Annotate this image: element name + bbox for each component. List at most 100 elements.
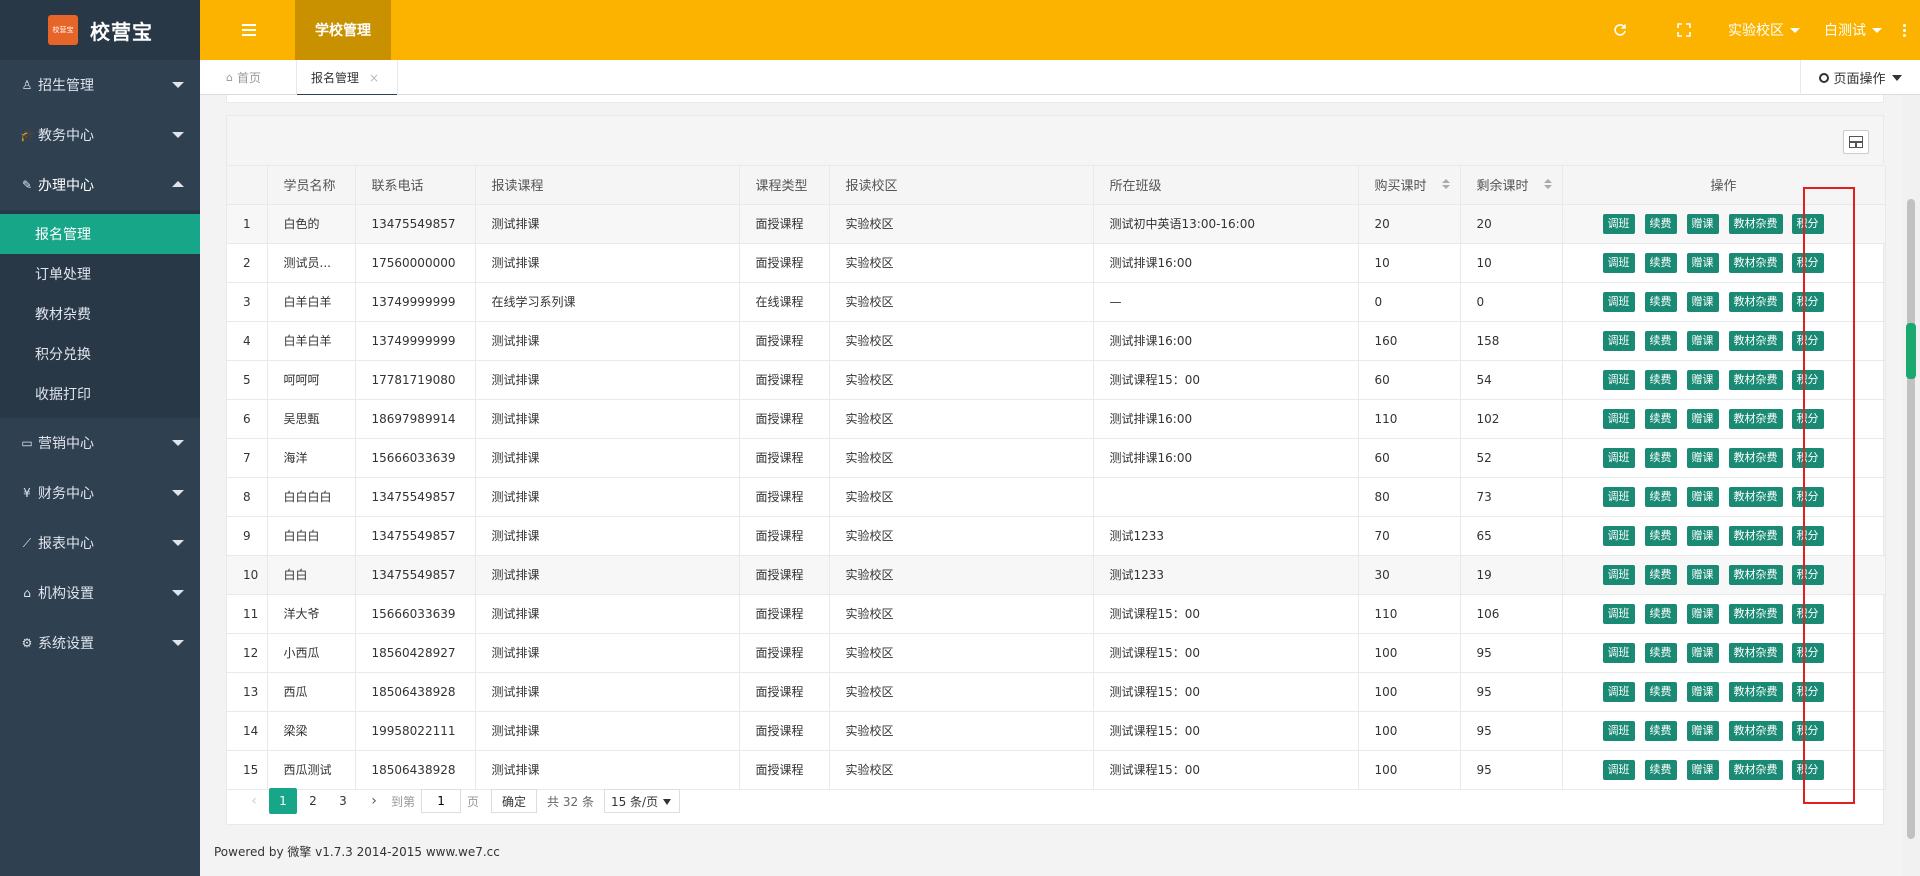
more-vertical-icon[interactable]	[1894, 23, 1914, 37]
table-row[interactable]: 1 白色的 13475549857 测试排课 面授课程 实验校区 测试初中英语13:00-1…	[227, 204, 1886, 244]
sidebar-item-0[interactable]: ♙ 招生管理	[0, 60, 200, 110]
fullscreen-icon[interactable]	[1676, 22, 1692, 38]
user-dropdown[interactable]: 白测试	[1824, 20, 1882, 40]
gift-lesson-button[interactable]: 赠课	[1686, 291, 1719, 312]
change-class-button[interactable]: 调班	[1602, 759, 1635, 780]
materials-fee-button[interactable]: 教材杂费	[1728, 291, 1783, 312]
tab-home[interactable]: ⌂ 首页	[212, 60, 298, 95]
prev-page-icon[interactable]: ‹	[243, 793, 265, 809]
table-row[interactable]: 7 海洋 15666033639 测试排课 面授课程 实验校区 测试排课16:00 60 52 调…	[227, 438, 1886, 478]
renew-button[interactable]: 续费	[1644, 525, 1677, 546]
change-class-button[interactable]: 调班	[1602, 369, 1635, 390]
materials-fee-button[interactable]: 教材杂费	[1728, 564, 1783, 585]
submenu-item-1[interactable]: 订单处理	[0, 254, 200, 294]
header-tab-school[interactable]: 学校管理	[295, 0, 391, 60]
renew-button[interactable]: 续费	[1644, 564, 1677, 585]
scrollbar[interactable]	[1902, 95, 1920, 876]
change-class-button[interactable]: 调班	[1602, 681, 1635, 702]
gift-lesson-button[interactable]: 赠课	[1686, 252, 1719, 273]
gift-lesson-button[interactable]: 赠课	[1686, 564, 1719, 585]
tab-enrollment[interactable]: 报名管理 ×	[296, 60, 398, 96]
renew-button[interactable]: 续费	[1644, 759, 1677, 780]
menu-toggle-icon[interactable]	[242, 24, 256, 36]
table-row[interactable]: 4 白羊白羊 13749999999 测试排课 面授课程 实验校区 测试排课16:00 160…	[227, 321, 1886, 361]
table-row[interactable]: 8 白白白白 13475549857 测试排课 面授课程 实验校区 80 73 调班 续费 赠课 教材…	[227, 477, 1886, 517]
renew-button[interactable]: 续费	[1644, 369, 1677, 390]
gift-lesson-button[interactable]: 赠课	[1686, 759, 1719, 780]
sidebar-item-1[interactable]: 🎓 教务中心	[0, 110, 200, 160]
sidebar-item-4[interactable]: ¥ 财务中心	[0, 468, 200, 518]
materials-fee-button[interactable]: 教材杂费	[1728, 408, 1783, 429]
change-class-button[interactable]: 调班	[1602, 330, 1635, 351]
submenu-item-3[interactable]: 积分兑换	[0, 334, 200, 374]
sidebar-item-6[interactable]: ⌂ 机构设置	[0, 568, 200, 618]
table-row[interactable]: 13 西瓜 18506438928 测试排课 面授课程 实验校区 测试课程15：00 100 9…	[227, 672, 1886, 712]
change-class-button[interactable]: 调班	[1602, 525, 1635, 546]
materials-fee-button[interactable]: 教材杂费	[1728, 603, 1783, 624]
change-class-button[interactable]: 调班	[1602, 291, 1635, 312]
renew-button[interactable]: 续费	[1644, 603, 1677, 624]
gift-lesson-button[interactable]: 赠课	[1686, 720, 1719, 741]
table-row[interactable]: 12 小西瓜 18560428927 测试排课 面授课程 实验校区 测试课程15：00 100…	[227, 633, 1886, 673]
sidebar-item-7[interactable]: ⚙ 系统设置	[0, 618, 200, 668]
renew-button[interactable]: 续费	[1644, 252, 1677, 273]
materials-fee-button[interactable]: 教材杂费	[1728, 447, 1783, 468]
page-operations-dropdown[interactable]: 页面操作	[1800, 60, 1920, 95]
page-number-3[interactable]: 3	[329, 788, 357, 814]
gift-lesson-button[interactable]: 赠课	[1686, 408, 1719, 429]
renew-button[interactable]: 续费	[1644, 213, 1677, 234]
sidebar-item-2[interactable]: ✎ 办理中心	[0, 160, 200, 210]
column-header-8[interactable]: 剩余课时	[1460, 166, 1563, 205]
renew-button[interactable]: 续费	[1644, 642, 1677, 663]
gift-lesson-button[interactable]: 赠课	[1686, 486, 1719, 507]
change-class-button[interactable]: 调班	[1602, 564, 1635, 585]
sort-icon[interactable]	[1441, 179, 1450, 189]
change-class-button[interactable]: 调班	[1602, 720, 1635, 741]
change-class-button[interactable]: 调班	[1602, 408, 1635, 429]
renew-button[interactable]: 续费	[1644, 291, 1677, 312]
goto-confirm-button[interactable]: 确定	[491, 789, 538, 813]
materials-fee-button[interactable]: 教材杂费	[1728, 330, 1783, 351]
table-row[interactable]: 6 吴思甄 18697989914 测试排课 面授课程 实验校区 测试排课16:00 110 1…	[227, 399, 1886, 439]
change-class-button[interactable]: 调班	[1602, 486, 1635, 507]
next-page-icon[interactable]: ›	[363, 793, 385, 809]
sort-icon[interactable]	[1543, 179, 1552, 189]
table-row[interactable]: 9 白白白 13475549857 测试排课 面授课程 实验校区 测试1233 70 65 调班续…	[227, 516, 1886, 556]
goto-page-input[interactable]	[421, 789, 462, 813]
change-class-button[interactable]: 调班	[1602, 447, 1635, 468]
table-row[interactable]: 2 测试员... 17560000000 测试排课 面授课程 实验校区 测试排课16:00 1…	[227, 243, 1886, 283]
sidebar-item-5[interactable]: ⟋ 报表中心	[0, 518, 200, 568]
close-icon[interactable]: ×	[369, 71, 379, 85]
renew-button[interactable]: 续费	[1644, 330, 1677, 351]
materials-fee-button[interactable]: 教材杂费	[1728, 486, 1783, 507]
columns-toggle-button[interactable]	[1843, 130, 1869, 154]
table-row[interactable]: 11 洋大爷 15666033639 测试排课 面授课程 实验校区 测试课程15：00 110…	[227, 594, 1886, 634]
materials-fee-button[interactable]: 教材杂费	[1728, 642, 1783, 663]
table-row[interactable]: 5 呵呵呵 17781719080 测试排课 面授课程 实验校区 测试课程15：00 60 54…	[227, 360, 1886, 400]
change-class-button[interactable]: 调班	[1602, 213, 1635, 234]
renew-button[interactable]: 续费	[1644, 720, 1677, 741]
submenu-item-2[interactable]: 教材杂费	[0, 294, 200, 334]
gift-lesson-button[interactable]: 赠课	[1686, 447, 1719, 468]
renew-button[interactable]: 续费	[1644, 681, 1677, 702]
change-class-button[interactable]: 调班	[1602, 642, 1635, 663]
campus-dropdown[interactable]: 实验校区	[1728, 20, 1800, 40]
materials-fee-button[interactable]: 教材杂费	[1728, 525, 1783, 546]
materials-fee-button[interactable]: 教材杂费	[1728, 213, 1783, 234]
gift-lesson-button[interactable]: 赠课	[1686, 681, 1719, 702]
column-header-7[interactable]: 购买课时	[1358, 166, 1461, 205]
submenu-item-4[interactable]: 收据打印	[0, 374, 200, 414]
materials-fee-button[interactable]: 教材杂费	[1728, 369, 1783, 390]
gift-lesson-button[interactable]: 赠课	[1686, 330, 1719, 351]
gift-lesson-button[interactable]: 赠课	[1686, 213, 1719, 234]
gift-lesson-button[interactable]: 赠课	[1686, 603, 1719, 624]
renew-button[interactable]: 续费	[1644, 408, 1677, 429]
materials-fee-button[interactable]: 教材杂费	[1728, 681, 1783, 702]
refresh-icon[interactable]	[1612, 22, 1628, 38]
table-row[interactable]: 3 白羊白羊 13749999999 在线学习系列课 在线课程 实验校区 —0 0 调班 续费 赠课…	[227, 282, 1886, 322]
gift-lesson-button[interactable]: 赠课	[1686, 642, 1719, 663]
materials-fee-button[interactable]: 教材杂费	[1728, 759, 1783, 780]
page-number-1[interactable]: 1	[269, 788, 297, 814]
materials-fee-button[interactable]: 教材杂费	[1728, 252, 1783, 273]
logo[interactable]: 校营宝 校营宝	[0, 0, 200, 60]
